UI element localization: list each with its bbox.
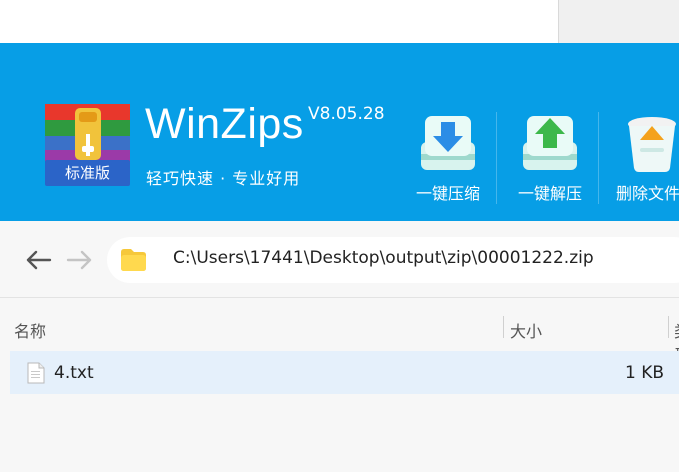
file-name: 4.txt xyxy=(54,363,94,383)
back-arrow-icon[interactable] xyxy=(24,249,52,271)
address-path[interactable]: C:\Users\17441\Desktop\output\zip\000012… xyxy=(173,248,594,268)
table-row[interactable] xyxy=(10,351,679,394)
compress-button[interactable]: 一键压缩 xyxy=(398,108,498,208)
recycle-bin-icon xyxy=(628,117,676,172)
delete-label: 删除文件 xyxy=(616,184,679,203)
folder-icon xyxy=(121,249,146,271)
toolbar-divider xyxy=(496,112,497,204)
extract-label: 一键解压 xyxy=(517,184,582,203)
text-file-icon xyxy=(27,362,45,384)
forward-arrow-icon[interactable] xyxy=(66,249,94,271)
column-divider[interactable] xyxy=(668,316,669,338)
column-header-name[interactable]: 名称 xyxy=(14,318,46,342)
winzips-window: 标准版 WinZips V8.05.28 轻巧快速 · 专业好用 一键压缩 一键… xyxy=(0,0,679,472)
edition-badge: 标准版 xyxy=(64,164,110,182)
extract-button[interactable]: 一键解压 xyxy=(500,108,600,208)
column-divider[interactable] xyxy=(503,316,504,338)
extract-icon xyxy=(523,116,577,170)
toolbar-divider xyxy=(598,112,599,204)
delete-button[interactable]: 删除文件 xyxy=(602,108,679,208)
compress-label: 一键压缩 xyxy=(415,184,480,203)
background-window-panel xyxy=(0,0,559,43)
app-version: V8.05.28 xyxy=(308,104,385,124)
file-size: 1 KB xyxy=(624,363,664,383)
app-title: WinZips xyxy=(145,100,304,148)
compress-icon xyxy=(421,116,475,170)
app-tagline: 轻巧快速 · 专业好用 xyxy=(146,169,301,188)
column-header-size[interactable]: 大小 xyxy=(510,318,542,342)
